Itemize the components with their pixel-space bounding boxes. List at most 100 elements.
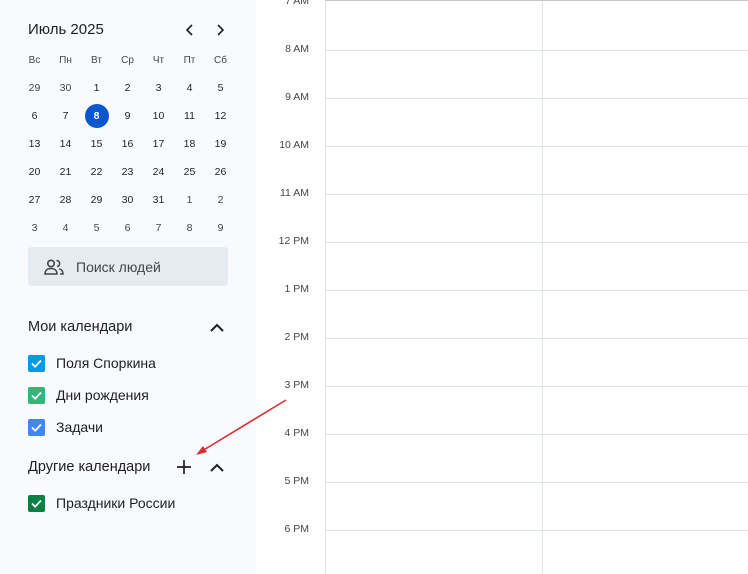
calendar-item-label: Задачи: [56, 419, 104, 435]
mini-calendar-day[interactable]: 1: [174, 186, 205, 214]
hour-line: [326, 98, 748, 99]
day-number: 9: [124, 110, 131, 122]
mini-calendar-day[interactable]: 11: [174, 102, 205, 130]
mini-calendar-day[interactable]: 7: [143, 214, 174, 242]
week-row: 13 14 15 16 17 18 19: [19, 130, 236, 158]
mini-calendar-day[interactable]: 18: [174, 130, 205, 158]
mini-calendar-grid: Вс Пн Вт Ср Чт Пт Сб 29 30 1 2 3 4 5 6 7 8 9 10 11 12…: [19, 46, 236, 242]
checkbox[interactable]: [28, 418, 45, 436]
day-number: 23: [121, 166, 134, 178]
mini-calendar-day[interactable]: 10: [143, 102, 174, 130]
day-number: 5: [93, 222, 100, 234]
mini-calendar-day[interactable]: 9: [112, 102, 143, 130]
mini-calendar-day[interactable]: 8: [174, 214, 205, 242]
mini-calendar-day[interactable]: 7: [50, 102, 81, 130]
day-number: 8: [84, 104, 109, 128]
mini-calendar-day[interactable]: 17: [143, 130, 174, 158]
chevron-up-icon[interactable]: [208, 459, 226, 477]
day-number: 18: [183, 138, 196, 150]
week-row: 3 4 5 6 7 8 9: [19, 214, 236, 242]
day-number: 1: [186, 194, 193, 206]
day-number: 13: [28, 138, 41, 150]
mini-calendar-month-title: Июль 2025: [28, 21, 104, 38]
calendar-item-russia-holidays[interactable]: Праздники России: [28, 493, 175, 513]
day-number: 1: [93, 82, 100, 94]
day-number: 26: [214, 166, 227, 178]
mini-calendar-day[interactable]: 26: [205, 158, 236, 186]
mini-calendar-day[interactable]: 4: [174, 74, 205, 102]
mini-calendar-day[interactable]: 6: [19, 102, 50, 130]
mini-calendar-day[interactable]: 13: [19, 130, 50, 158]
mini-calendar-day[interactable]: 27: [19, 186, 50, 214]
mini-calendar-day[interactable]: 29: [81, 186, 112, 214]
hour-line: [326, 194, 748, 195]
mini-calendar-day[interactable]: 5: [81, 214, 112, 242]
next-month-button[interactable]: [208, 18, 232, 42]
day-number: 28: [59, 194, 72, 206]
mini-calendar-day[interactable]: 19: [205, 130, 236, 158]
people-search-input[interactable]: Поиск людей: [28, 247, 228, 286]
mini-calendar-day[interactable]: 30: [50, 74, 81, 102]
mini-calendar-header: Июль 2025: [28, 18, 238, 42]
mini-calendar-day[interactable]: 2: [112, 74, 143, 102]
day-number: 5: [217, 82, 224, 94]
mini-calendar-day[interactable]: 16: [112, 130, 143, 158]
calendar-item-label: Дни рождения: [56, 387, 149, 403]
other-calendars-header[interactable]: Другие календари: [28, 456, 228, 480]
mini-calendar-day[interactable]: 9: [205, 214, 236, 242]
mini-calendar-day[interactable]: 4: [50, 214, 81, 242]
checkbox[interactable]: [28, 386, 45, 404]
mini-calendar-day[interactable]: 3: [19, 214, 50, 242]
checkbox[interactable]: [28, 494, 45, 512]
mini-calendar-day[interactable]: 5: [205, 74, 236, 102]
chevron-up-icon[interactable]: [208, 319, 226, 337]
grid-divider: [325, 0, 326, 574]
day-number: 25: [183, 166, 196, 178]
mini-calendar-day[interactable]: 12: [205, 102, 236, 130]
prev-month-button[interactable]: [178, 18, 202, 42]
mini-calendar-day[interactable]: 24: [143, 158, 174, 186]
time-label: 3 PM: [284, 379, 309, 391]
mini-calendar-day[interactable]: 28: [50, 186, 81, 214]
mini-calendar-day[interactable]: 1: [81, 74, 112, 102]
calendar-item-polya-sporkina[interactable]: Поля Споркина: [28, 353, 156, 373]
calendar-item-birthdays[interactable]: Дни рождения: [28, 385, 149, 405]
mini-calendar-day[interactable]: 31: [143, 186, 174, 214]
checkmark-icon: [31, 423, 42, 432]
day-number: 3: [31, 222, 38, 234]
hour-line: [326, 434, 748, 435]
mini-calendar-day[interactable]: 6: [112, 214, 143, 242]
mini-calendar-day-today[interactable]: 8: [81, 102, 112, 130]
time-label: 1 PM: [284, 283, 309, 295]
mini-calendar-day[interactable]: 15: [81, 130, 112, 158]
calendar-item-tasks[interactable]: Задачи: [28, 417, 103, 437]
sidebar: Июль 2025 Вс Пн Вт Ср Чт Пт Сб 29 30 1 2 3 4 5…: [0, 0, 256, 574]
my-calendars-header[interactable]: Мои календари: [28, 316, 228, 340]
mini-calendar-day[interactable]: 30: [112, 186, 143, 214]
hour-line: [326, 530, 748, 531]
day-number: 12: [214, 110, 227, 122]
weekday-label: Пт: [183, 54, 196, 66]
week-row: 6 7 8 9 10 11 12: [19, 102, 236, 130]
plus-icon[interactable]: [175, 458, 193, 476]
time-grid[interactable]: 7 AM 8 AM 9 AM 10 AM 11 AM 12 PM 1 PM 2 PM 3 PM 4…: [256, 0, 748, 574]
mini-calendar-day[interactable]: 29: [19, 74, 50, 102]
weekday-label: Вс: [28, 54, 41, 66]
mini-calendar-day[interactable]: 20: [19, 158, 50, 186]
checkbox[interactable]: [28, 354, 45, 372]
mini-calendar-day[interactable]: 21: [50, 158, 81, 186]
mini-calendar-day[interactable]: 3: [143, 74, 174, 102]
week-row: 29 30 1 2 3 4 5: [19, 74, 236, 102]
day-number: 20: [28, 166, 41, 178]
weekday-label: Сб: [214, 54, 227, 66]
day-number: 3: [155, 82, 162, 94]
week-row: 20 21 22 23 24 25 26: [19, 158, 236, 186]
day-number: 6: [124, 222, 131, 234]
time-label: 5 PM: [284, 475, 309, 487]
mini-calendar-day[interactable]: 2: [205, 186, 236, 214]
mini-calendar-day[interactable]: 23: [112, 158, 143, 186]
mini-calendar-day[interactable]: 14: [50, 130, 81, 158]
mini-calendar-day[interactable]: 25: [174, 158, 205, 186]
mini-calendar-day[interactable]: 22: [81, 158, 112, 186]
day-number: 9: [217, 222, 224, 234]
